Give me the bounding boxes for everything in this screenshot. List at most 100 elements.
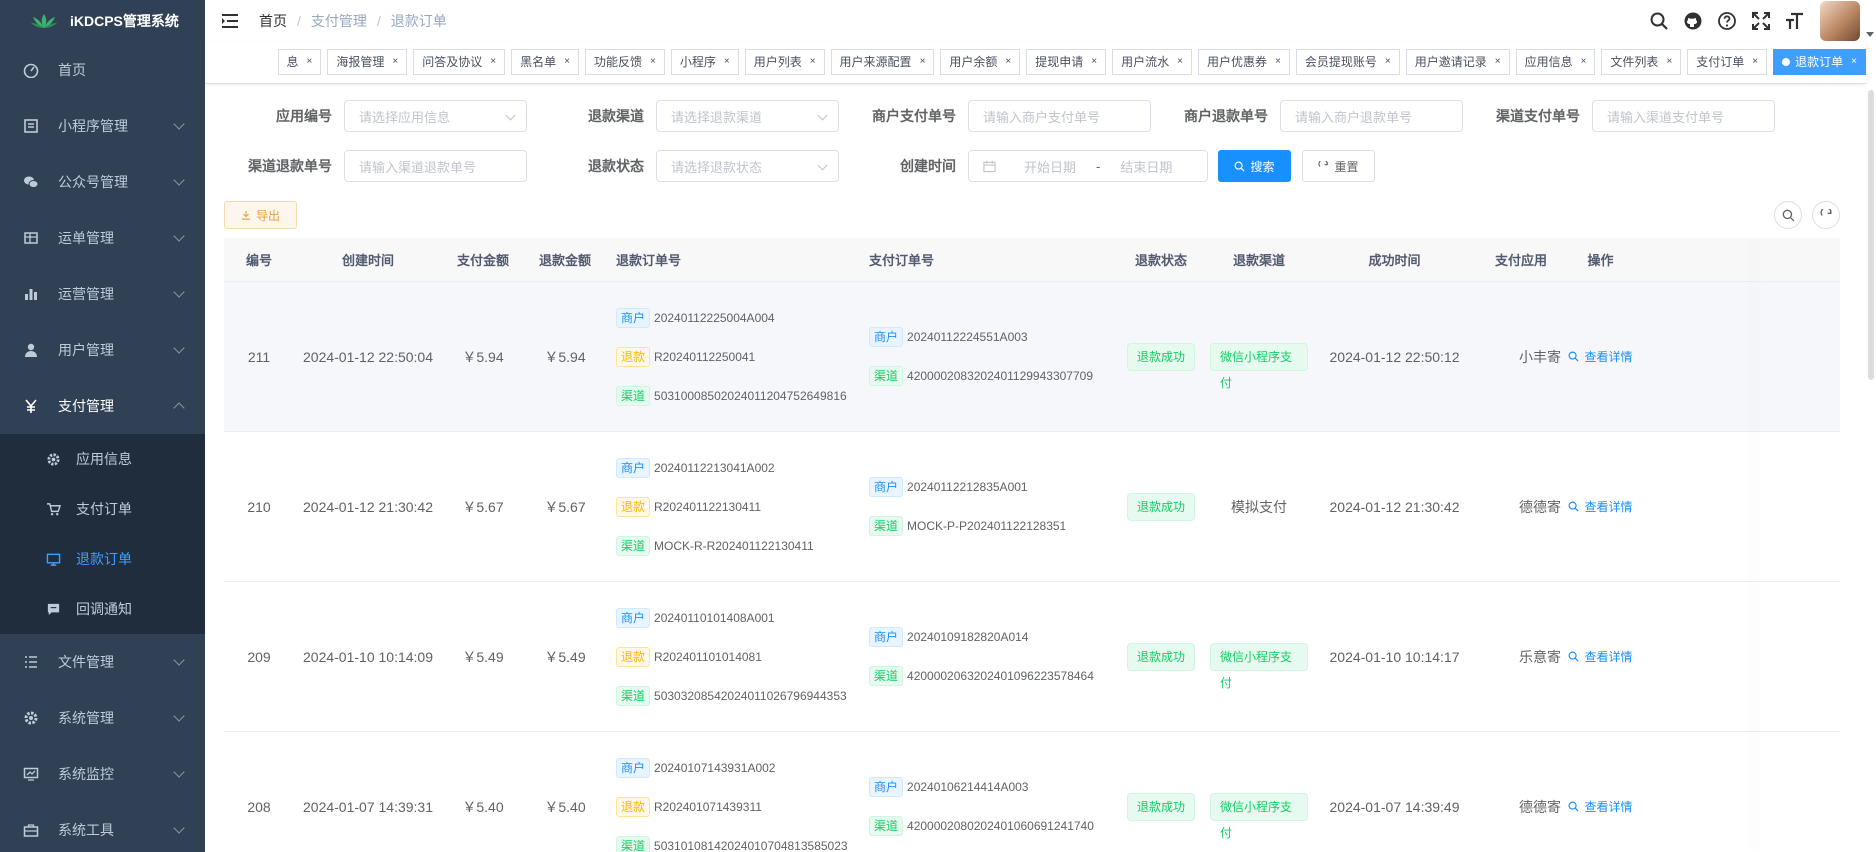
tag-item[interactable]: 文件列表 × — [1601, 49, 1682, 75]
view-detail-link[interactable]: 查看详情 — [1568, 648, 1633, 665]
github-icon[interactable] — [1682, 10, 1704, 32]
tag-item[interactable]: 应用信息 × — [1515, 49, 1596, 75]
refund-status-select[interactable]: 请选择退款状态 — [656, 150, 839, 182]
tag-item[interactable]: 用户邀请记录 × — [1405, 49, 1510, 75]
order-type-tag: 渠道 — [616, 385, 651, 406]
tag-item[interactable]: 功能反馈 × — [584, 49, 665, 75]
sidebar-item-files[interactable]: 文件管理 — [0, 634, 205, 690]
view-detail-link[interactable]: 查看详情 — [1568, 498, 1633, 515]
cell-refund-status: 退款成功 — [1112, 732, 1210, 852]
sidebar-item-system[interactable]: 系统管理 — [0, 690, 205, 746]
mch-pay-no-input[interactable]: 请输入商户支付单号 — [968, 100, 1151, 132]
sidebar-item-home[interactable]: 首页 — [0, 42, 205, 98]
close-icon[interactable]: × — [810, 50, 816, 74]
search-button[interactable]: 搜索 — [1218, 150, 1291, 182]
cell-success-time: 2024-01-10 10:14:17 — [1329, 648, 1460, 665]
close-icon[interactable]: × — [1851, 50, 1857, 74]
hamburger-icon[interactable] — [221, 13, 239, 29]
user-avatar[interactable] — [1820, 1, 1874, 41]
filter-refund-status: 退款状态 请选择退款状态 — [547, 150, 839, 182]
close-icon[interactable]: × — [1385, 50, 1391, 74]
channel-refund-no-input[interactable]: 请输入渠道退款单号 — [344, 150, 527, 182]
export-button[interactable]: 导出 — [224, 201, 297, 229]
sidebar-item-payment[interactable]: 支付管理 — [0, 378, 205, 434]
sidebar-item-users[interactable]: 用户管理 — [0, 322, 205, 378]
monitor-icon — [44, 550, 62, 568]
table-body: 211 2024-01-12 22:50:04 ￥5.94 ￥5.94 商户 202401… — [224, 282, 1840, 852]
sidebar-subitem-app-info[interactable]: 应用信息 — [0, 434, 205, 484]
tag-item[interactable]: 用户优惠券 × — [1197, 49, 1290, 75]
tag-item[interactable]: 会员提现账号 × — [1295, 49, 1400, 75]
sidebar-subitem-callback[interactable]: 回调通知 — [0, 584, 205, 634]
search-icon[interactable] — [1648, 10, 1670, 32]
fullscreen-icon[interactable] — [1750, 10, 1772, 32]
tag-item[interactable]: 用户余额 × — [940, 49, 1021, 75]
page-scrollbar[interactable] — [1868, 90, 1874, 380]
close-icon[interactable]: × — [724, 50, 730, 74]
tags-list: 息 × 海报管理 × 问答及协议 × 黑名单 × 功能反馈 × 小程序 × 用户列表 × 用户来源配置 × 用户… — [272, 49, 1866, 75]
font-size-icon[interactable] — [1784, 10, 1806, 32]
tag-item[interactable]: 问答及协议 × — [413, 49, 506, 75]
end-date-placeholder[interactable]: 结束日期 — [1110, 157, 1182, 176]
reset-button[interactable]: 重置 — [1302, 150, 1375, 182]
close-icon[interactable]: × — [650, 50, 656, 74]
chevron-down-icon — [817, 110, 828, 121]
close-icon[interactable]: × — [920, 50, 926, 74]
sidebar-item-operation[interactable]: 运营管理 — [0, 266, 205, 322]
date-range-picker[interactable]: 开始日期 - 结束日期 — [968, 150, 1208, 182]
tag-item[interactable]: 海报管理 × — [327, 49, 408, 75]
toggle-search-button[interactable] — [1774, 201, 1802, 229]
refund-channel-select[interactable]: 请选择退款渠道 — [656, 100, 839, 132]
sidebar-item-miniapp[interactable]: 小程序管理 — [0, 98, 205, 154]
cell-refund-amount: ￥5.40 — [544, 798, 586, 815]
close-icon[interactable]: × — [1666, 50, 1672, 74]
close-icon[interactable]: × — [1581, 50, 1587, 74]
sidebar-item-wechat[interactable]: 公众号管理 — [0, 154, 205, 210]
tag-item[interactable]: 支付订单 × — [1687, 49, 1768, 75]
close-icon[interactable]: × — [490, 50, 496, 74]
close-icon[interactable]: × — [1091, 50, 1097, 74]
refresh-table-button[interactable] — [1812, 201, 1840, 229]
close-icon[interactable]: × — [1752, 50, 1758, 74]
order-no-stack: 商户 20240112225004A004 退款 R20240112250041 渠道 5… — [616, 306, 847, 408]
tag-item[interactable]: 用户列表 × — [744, 49, 825, 75]
cell-pay-order-no: 商户 20240112224551A003 渠道 420000208320240112… — [859, 282, 1112, 431]
tag-active[interactable]: 退款订单 × — [1773, 49, 1866, 75]
cell-actions: 查看详情 — [1561, 432, 1640, 581]
channel-pay-no-input[interactable]: 请输入渠道支付单号 — [1592, 100, 1775, 132]
close-icon[interactable]: × — [1177, 50, 1183, 74]
tag-item[interactable]: 小程序 × — [670, 49, 739, 75]
close-icon[interactable]: × — [392, 50, 398, 74]
close-icon[interactable]: × — [307, 50, 313, 74]
tag-item[interactable]: 息 × — [277, 49, 322, 75]
mch-refund-no-input[interactable]: 请输入商户退款单号 — [1280, 100, 1463, 132]
order-type-tag: 商户 — [616, 757, 651, 778]
tag-item[interactable]: 黑名单 × — [511, 49, 579, 75]
start-date-placeholder[interactable]: 开始日期 — [1014, 157, 1086, 176]
close-icon[interactable]: × — [1495, 50, 1501, 74]
help-icon[interactable] — [1716, 10, 1738, 32]
view-detail-link[interactable]: 查看详情 — [1568, 348, 1633, 365]
sidebar-subitem-refund-orders[interactable]: 退款订单 — [0, 534, 205, 584]
breadcrumb-home[interactable]: 首页 — [259, 11, 287, 31]
filter-channel-pay-no: 渠道支付单号 请输入渠道支付单号 — [1483, 100, 1775, 132]
miniapp-icon — [22, 117, 40, 135]
close-icon[interactable]: × — [564, 50, 570, 74]
tag-item[interactable]: 提现申请 × — [1026, 49, 1107, 75]
sidebar-subitem-pay-orders[interactable]: 支付订单 — [0, 484, 205, 534]
sidebar-item-monitor[interactable]: 系统监控 — [0, 746, 205, 802]
search-button-label: 搜索 — [1250, 159, 1275, 174]
cell-refund-channel: 微信小程序支付 — [1210, 282, 1308, 431]
cell-id: 210 — [247, 498, 271, 515]
app-no-select[interactable]: 请选择应用信息 — [344, 100, 527, 132]
tag-item[interactable]: 用户流水 × — [1112, 49, 1192, 75]
tag-item[interactable]: 用户来源配置 × — [830, 49, 935, 75]
close-icon[interactable]: × — [1275, 50, 1281, 74]
tag-label: 问答及协议 — [422, 55, 483, 69]
sidebar-item-waybill[interactable]: 运单管理 — [0, 210, 205, 266]
sidebar-item-tools[interactable]: 系统工具 — [0, 802, 205, 852]
view-detail-link[interactable]: 查看详情 — [1568, 798, 1633, 815]
order-no: 20240109182820A014 — [907, 630, 1029, 644]
close-icon[interactable]: × — [1005, 50, 1011, 74]
app-logo[interactable]: iKDCPS管理系统 — [0, 0, 205, 42]
